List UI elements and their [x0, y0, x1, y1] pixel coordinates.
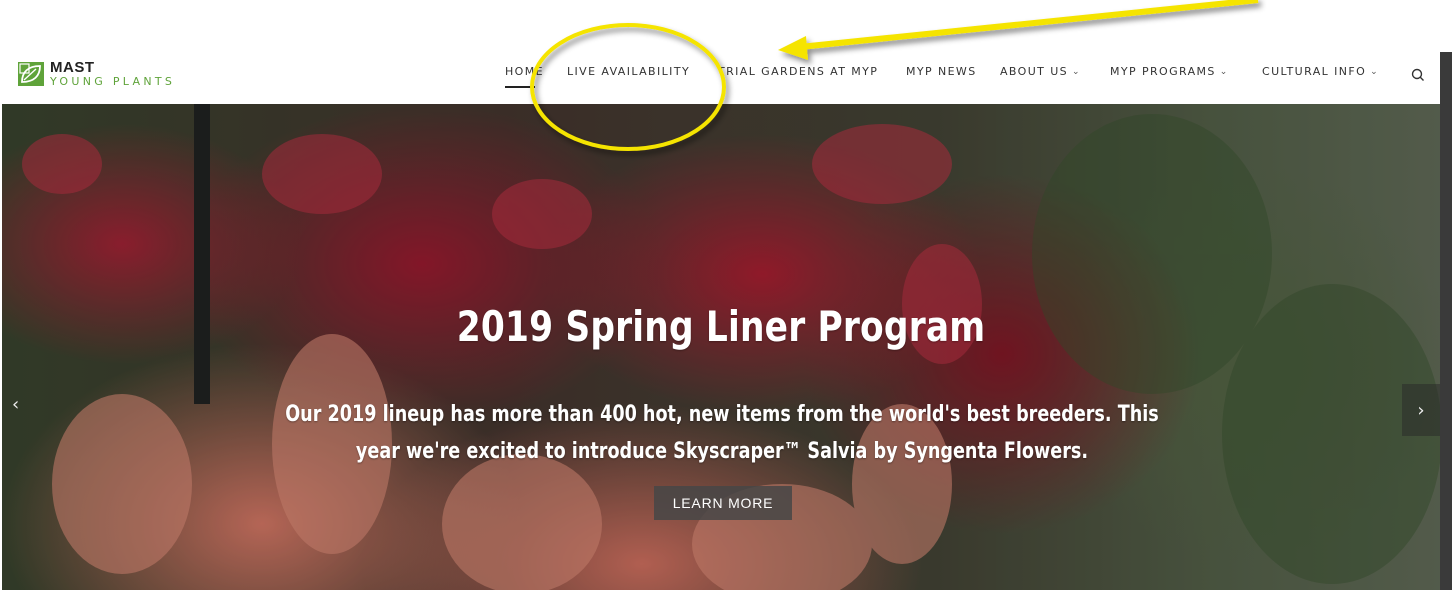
chevron-down-icon: ⌄	[1219, 66, 1229, 77]
nav-about-us[interactable]: ABOUT US ⌄	[1000, 65, 1081, 78]
hero-subtitle: Our 2019 lineup has more than 400 hot, n…	[285, 402, 1159, 464]
nav-home[interactable]: HOME	[505, 65, 544, 78]
nav-about-us-label: ABOUT US	[1000, 65, 1069, 78]
nav-myp-programs-label: MYP PROGRAMS	[1110, 65, 1216, 78]
nav-myp-news-label: MYP NEWS	[906, 65, 977, 78]
nav-live-availability[interactable]: LIVE AVAILABILITY	[567, 65, 690, 78]
background-pole	[194, 104, 210, 404]
site-header: MAST YOUNG PLANTS HOME LIVE AVAILABILITY…	[0, 52, 1440, 104]
chevron-down-icon: ⌄	[1370, 66, 1380, 77]
chevron-left-icon[interactable]: ‹	[12, 394, 19, 415]
active-nav-underline	[505, 86, 535, 88]
hero-title: 2019 Spring Liner Program	[456, 302, 986, 351]
chevron-down-icon: ⌄	[1072, 66, 1081, 77]
nav-home-label: HOME	[505, 65, 544, 78]
main-nav: HOME LIVE AVAILABILITY TRIAL GARDENS AT …	[0, 65, 1440, 85]
search-icon[interactable]	[1410, 67, 1426, 83]
nav-myp-programs[interactable]: MYP PROGRAMS ⌄	[1110, 65, 1229, 78]
hero-slider: 2019 Spring Liner Program Our 2019 lineu…	[2, 104, 1440, 590]
nav-cultural-info[interactable]: CULTURAL INFO ⌄	[1262, 65, 1379, 78]
nav-trial-gardens-label: TRIAL GARDENS AT MYP	[718, 65, 879, 78]
learn-more-button[interactable]: LEARN MORE	[654, 486, 792, 520]
chevron-right-icon[interactable]: ›	[1402, 384, 1440, 436]
nav-myp-news[interactable]: MYP NEWS	[906, 65, 977, 78]
window-edge-shadow	[1440, 52, 1452, 590]
top-margin	[0, 0, 1452, 52]
nav-trial-gardens[interactable]: TRIAL GARDENS AT MYP	[718, 65, 878, 78]
nav-live-availability-label: LIVE AVAILABILITY	[567, 65, 691, 78]
nav-cultural-info-label: CULTURAL INFO	[1262, 65, 1367, 78]
